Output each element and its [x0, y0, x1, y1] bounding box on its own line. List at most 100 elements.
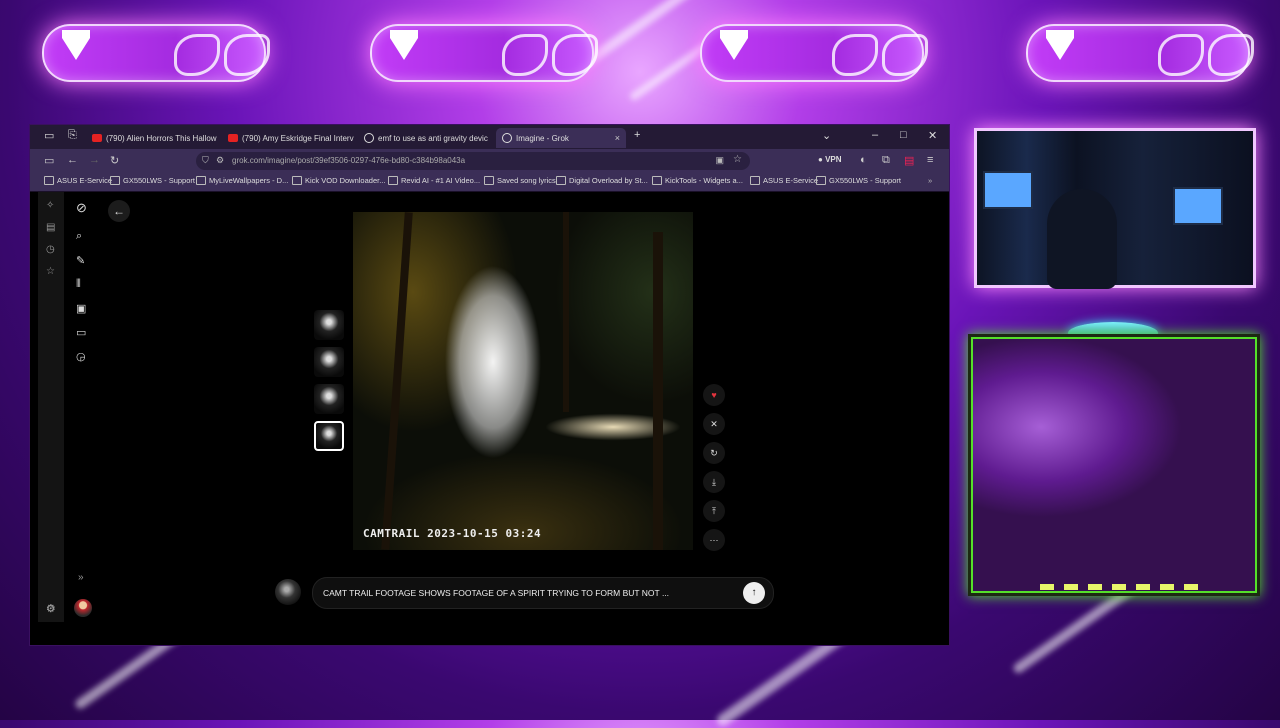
download-button[interactable]: ⤓	[703, 471, 725, 493]
sidebar-toggle-icon[interactable]: ▭	[44, 129, 54, 142]
bookmark-item[interactable]: Kick VOD Downloader...	[292, 176, 385, 185]
expand-sidebar-icon[interactable]: »	[78, 572, 84, 583]
more-icon: ⋯	[710, 535, 719, 545]
overlay-banner	[700, 24, 924, 82]
share-x-button[interactable]: ✕	[703, 413, 725, 435]
tab-actions-icon[interactable]: ⎘	[68, 129, 77, 142]
vpn-button[interactable]: ● VPN	[818, 155, 842, 164]
gear-icon[interactable]: ⚙	[46, 602, 56, 615]
screenshot-icon[interactable]: ▣	[715, 155, 724, 166]
heart-icon: ♥	[711, 390, 716, 400]
like-button[interactable]: ♥	[703, 384, 725, 406]
history-icon[interactable]: ◷	[46, 244, 55, 255]
bookmark-item[interactable]: Saved song lyrics	[484, 176, 556, 185]
ai-sparkle-icon[interactable]: ✧	[46, 200, 54, 211]
image-timestamp-overlay: CAMTRAIL 2023-10-15 03:24	[363, 527, 541, 540]
variation-thumbnail[interactable]	[314, 310, 344, 340]
kicktools-icon	[652, 176, 662, 185]
prompt-image-thumbnail[interactable]	[275, 579, 301, 605]
x-logo-icon: ✕	[710, 419, 718, 429]
projects-icon[interactable]: ▭	[76, 326, 86, 339]
close-icon[interactable]: ×	[615, 133, 620, 143]
tab-grok-imagine[interactable]: Imagine - Grok ×	[496, 128, 626, 148]
notification-icon[interactable]: ▤	[904, 154, 914, 167]
diamond-icon	[390, 38, 418, 60]
folder-icon	[44, 176, 54, 185]
stream-frame-panel	[968, 334, 1260, 596]
tab-label: Imagine - Grok	[516, 134, 569, 143]
puzzle-icon[interactable]: ⧉	[882, 154, 890, 167]
favorites-star-icon[interactable]: ☆	[46, 266, 55, 277]
prompt-text: CAMT TRAIL FOOTAGE SHOWS FOOTAGE OF A SP…	[323, 588, 669, 598]
tune-icon[interactable]: ⚙	[216, 155, 224, 166]
chevron-down-icon[interactable]: ⌄	[822, 129, 831, 142]
bookmark-item[interactable]: Digital Overload by St...	[556, 176, 648, 185]
download-icon: ⤓	[712, 477, 716, 487]
back-button[interactable]: ←	[108, 200, 130, 222]
regenerate-button[interactable]: ↻	[703, 442, 725, 464]
asus-icon	[110, 176, 120, 185]
generated-image: CAMTRAIL 2023-10-15 03:24	[353, 212, 693, 550]
webcam-overlay	[974, 128, 1256, 288]
wallet-icon[interactable]: ▤	[46, 222, 55, 233]
diamond-icon	[62, 38, 90, 60]
avatar[interactable]	[74, 599, 92, 617]
bookmark-item[interactable]: KickTools - Widgets a...	[652, 176, 743, 185]
more-button[interactable]: ⋯	[703, 529, 725, 551]
share-icon: ⤒	[712, 506, 716, 516]
sidebar-panel-icon[interactable]: ▭	[44, 154, 54, 167]
forward-nav-icon[interactable]: →	[89, 154, 100, 166]
bookmarks-bar: ASUS E-Service GX550LWS - Support MyLive…	[30, 173, 949, 192]
extension-icon[interactable]: ◐	[860, 154, 867, 166]
submit-button[interactable]: ↑	[743, 582, 765, 604]
panel-lights	[1040, 584, 1200, 590]
bookmark-item[interactable]: Revid AI - #1 AI Video...	[388, 176, 480, 185]
tab-youtube-2[interactable]: (790) Amy Eskridge Final Interv ×	[222, 128, 354, 148]
voice-icon[interactable]: ⦀	[76, 278, 81, 291]
wallpaper-icon	[196, 176, 206, 185]
overlay-banner	[42, 24, 266, 82]
share-button[interactable]: ⤒	[703, 500, 725, 522]
menu-icon[interactable]: ≡	[927, 154, 933, 166]
variation-thumbnail[interactable]	[314, 384, 344, 414]
close-window-icon[interactable]: ✕	[928, 129, 937, 142]
bookmark-item[interactable]: GX550LWS - Support	[110, 176, 195, 185]
reload-icon[interactable]: ↻	[110, 154, 119, 167]
arrow-left-icon: ←	[113, 204, 125, 218]
bookmark-item[interactable]: GX550LWS - Support	[816, 176, 901, 185]
kick-icon	[292, 176, 302, 185]
revid-icon	[388, 176, 398, 185]
grok-logo-icon[interactable]: ⊘	[76, 200, 87, 216]
bookmark-star-icon[interactable]: ☆	[733, 154, 742, 165]
history-icon[interactable]: ◶	[76, 350, 86, 363]
overlay-banner	[370, 24, 594, 82]
arrow-up-icon: ↑	[752, 587, 757, 598]
search-icon[interactable]: ⌕	[76, 230, 82, 243]
overlay-banner	[1026, 24, 1250, 82]
bookmark-item[interactable]: MyLiveWallpapers - D...	[196, 176, 288, 185]
minimize-icon[interactable]: –	[872, 129, 878, 141]
new-chat-icon[interactable]: ✎	[76, 254, 85, 267]
maximize-icon[interactable]: □	[900, 129, 907, 141]
tab-google-search[interactable]: emf to use as anti gravity devic ×	[358, 128, 492, 148]
site-info-icon[interactable]: ⛉	[202, 155, 209, 166]
digital-overload-icon	[556, 176, 566, 185]
variation-thumbnail[interactable]	[314, 347, 344, 377]
refresh-icon: ↻	[710, 448, 718, 458]
variation-thumbnail-selected[interactable]	[314, 421, 344, 451]
bookmark-item[interactable]: ASUS E-Service	[44, 176, 112, 185]
grok-page: ✧ ▤ ◷ ☆ ⚙ ⊘ ⌕ ✎ ⦀ ▣ ▭ ◶ ← CAMTRAIL 2023-…	[30, 192, 949, 645]
tab-label: emf to use as anti gravity devic	[378, 134, 488, 143]
prompt-input[interactable]: CAMT TRAIL FOOTAGE SHOWS FOOTAGE OF A SP…	[312, 577, 774, 609]
address-bar[interactable]: ⛉ ⚙ grok.com/imagine/post/39ef3506-0297-…	[196, 152, 750, 170]
bookmark-item[interactable]: ASUS E-Service	[750, 176, 818, 185]
asus-icon	[816, 176, 826, 185]
browser-window: ▭ ⎘ (790) Alien Horrors This Hallow × (7…	[29, 124, 950, 646]
more-bookmarks-icon[interactable]: »	[928, 176, 932, 185]
tab-youtube-1[interactable]: (790) Alien Horrors This Hallow ×	[86, 128, 218, 148]
address-row: ▭ ← → ↻ ⛉ ⚙ grok.com/imagine/post/39ef35…	[30, 149, 949, 173]
new-tab-icon[interactable]: +	[634, 129, 640, 141]
imagine-icon[interactable]: ▣	[76, 302, 86, 315]
back-nav-icon[interactable]: ←	[67, 154, 78, 166]
folder-icon	[750, 176, 760, 185]
